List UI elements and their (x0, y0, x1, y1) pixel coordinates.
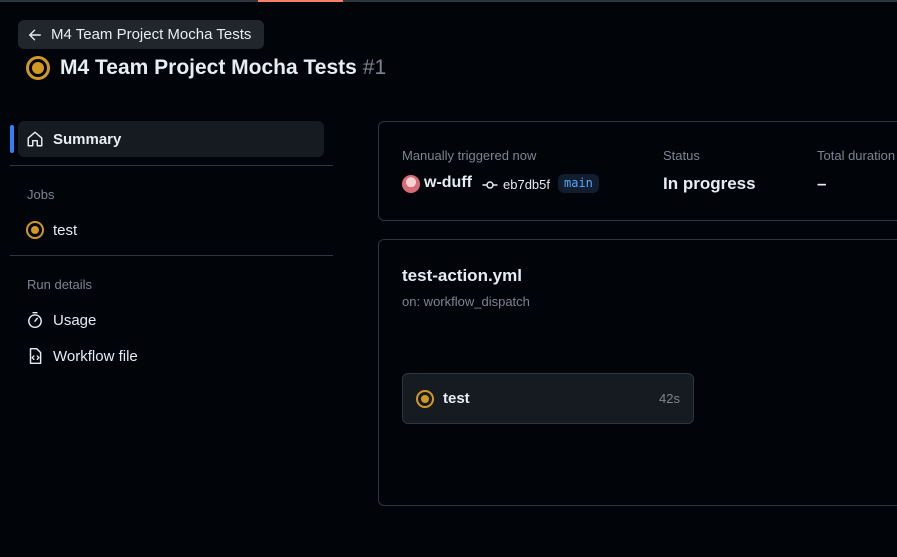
run-title: M4 Team Project Mocha Tests (60, 56, 357, 79)
arrow-left-icon (29, 28, 41, 41)
workflow-file-name: test-action.yml (402, 266, 522, 285)
in-progress-icon (26, 221, 44, 239)
status-label: Status (663, 148, 700, 163)
sidebar-item-workflow-file[interactable]: Workflow file (26, 344, 138, 368)
duration-value: – (817, 174, 827, 193)
in-progress-icon (416, 389, 434, 408)
stopwatch-icon (28, 311, 42, 329)
sidebar-item-label: Workflow file (53, 347, 138, 365)
run-number: #1 (362, 56, 387, 79)
trigger-label: Manually triggered now (402, 148, 537, 163)
git-commit-icon (482, 181, 498, 189)
in-progress-icon (26, 56, 50, 80)
run-details-heading: Run details (27, 277, 93, 292)
avatar[interactable] (402, 175, 420, 193)
job-duration: 42s (659, 391, 680, 406)
home-icon (27, 131, 43, 147)
run-summary-card (378, 121, 897, 221)
sidebar-item-usage[interactable]: Usage (26, 308, 96, 332)
duration-label: Total duration (817, 148, 896, 163)
sidebar-item-label: Usage (53, 311, 97, 329)
sidebar-item-job-test[interactable]: test (26, 218, 77, 242)
branch-badge[interactable]: main (558, 174, 599, 193)
commit-sha-link[interactable]: eb7db5f (503, 177, 550, 192)
active-tab-underline (258, 0, 343, 2)
sidebar-item-summary[interactable]: Summary (18, 121, 324, 157)
selected-indicator (10, 125, 14, 153)
file-code-icon (29, 347, 42, 365)
back-link-label: M4 Team Project Mocha Tests (51, 26, 252, 43)
page-title: M4 Team Project Mocha Tests #1 (26, 54, 386, 82)
job-name: test (443, 390, 470, 407)
sidebar-item-label: Summary (53, 130, 122, 148)
back-to-workflow-link[interactable]: M4 Team Project Mocha Tests (18, 20, 264, 49)
sidebar-item-label: test (53, 221, 78, 239)
divider (10, 255, 333, 256)
status-value: In progress (663, 174, 756, 193)
job-node-test[interactable]: test 42s (402, 373, 694, 424)
top-border (0, 0, 897, 2)
jobs-heading: Jobs (27, 187, 55, 202)
divider (10, 165, 333, 166)
actor-link[interactable]: w-duff (424, 174, 472, 192)
workflow-trigger: on: workflow_dispatch (402, 294, 530, 309)
